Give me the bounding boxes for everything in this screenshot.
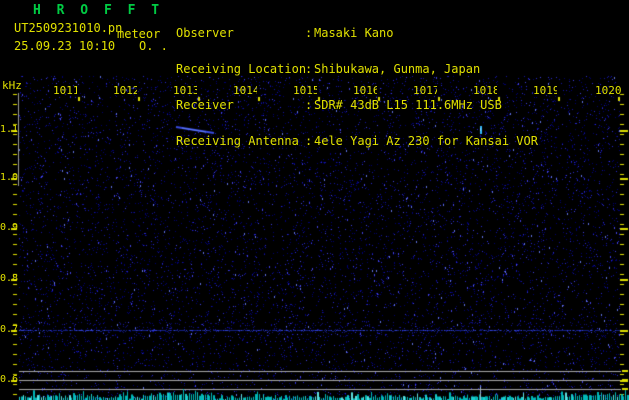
time-tick-label: 1016 xyxy=(353,84,377,97)
time-tick-label: 1011 xyxy=(53,84,77,97)
time-tick-label: 1015 xyxy=(293,84,317,97)
freq-tick-label: 1.1 xyxy=(0,124,19,135)
time-tick-label: 1019 xyxy=(533,84,557,97)
freq-tick-label: 0.6 xyxy=(0,374,19,385)
freq-tick-label: 0.7 xyxy=(0,324,19,335)
time-tick-label: 1020 xyxy=(595,84,622,97)
info-value: SDR# 43dB L15 111.6MHz USB xyxy=(314,98,502,112)
info-row-location: Receiving Location: Shibukawa, Gunma, Jap… xyxy=(176,63,538,75)
freq-tick-label: 1.0 xyxy=(0,172,19,183)
time-tick-label: 1013 xyxy=(173,84,197,97)
info-label: Receiving Location xyxy=(176,62,307,76)
output-filename: UT2509231010.pn xyxy=(14,21,123,35)
info-value: Masaki Kano xyxy=(314,26,394,40)
info-value: Shibukawa, Gunma, Japan xyxy=(314,62,481,76)
separator: : xyxy=(305,62,313,76)
info-value: 4ele Yagi Az 230 for Kansai VOR xyxy=(314,134,538,148)
info-row-receiver: Receiver: SDR# 43dB L15 111.6MHz USB xyxy=(176,99,538,111)
separator: : xyxy=(305,98,313,112)
freq-axis-unit: kHz xyxy=(2,79,22,92)
freq-tick-label: 0.9 xyxy=(0,222,19,233)
app-title: H R O F F T xyxy=(33,3,164,18)
info-row-antenna: Receiving Antenna:4ele Yagi Az 230 for K… xyxy=(176,135,538,147)
info-row-observer: Observer: Masaki Kano xyxy=(176,27,538,39)
separator: : xyxy=(305,26,313,40)
info-label: Receiving Antenna xyxy=(176,134,299,148)
status-counter: O. . xyxy=(139,39,168,53)
info-label: Observer xyxy=(176,26,234,40)
separator: : xyxy=(305,134,313,148)
date-time-label: 25.09.23 10:10 xyxy=(14,39,116,53)
time-tick-label: 1018 xyxy=(473,84,497,97)
time-tick-label: 1012 xyxy=(113,84,137,97)
time-tick-label: 1017 xyxy=(413,84,437,97)
time-tick-label: 1014 xyxy=(233,84,257,97)
info-label: Receiver xyxy=(176,98,234,112)
freq-tick-label: 0.8 xyxy=(0,273,19,284)
station-info-block: Observer: Masaki Kano Receiving Location:… xyxy=(176,3,538,159)
